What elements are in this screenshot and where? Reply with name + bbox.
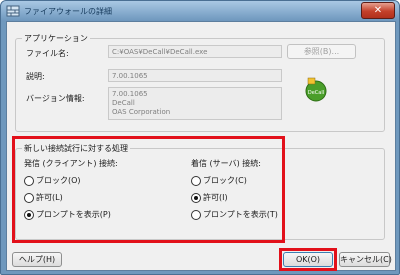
close-icon: ✕: [373, 5, 383, 16]
filename-field: C:¥OAS¥DeCall¥DeCall.exe: [108, 45, 282, 58]
version-line: OAS Corporation: [112, 108, 171, 116]
help-button[interactable]: ヘルプ(H): [12, 252, 62, 267]
svg-text:DeCall: DeCall: [308, 90, 324, 96]
title-bar[interactable]: ファイアウォールの詳細 ✕: [1, 1, 399, 21]
filename-label: ファイル名:: [26, 49, 69, 58]
browse-button[interactable]: 参照(B)...: [287, 44, 356, 59]
description-label: 説明:: [26, 72, 45, 81]
description-field: 7.00.1065: [108, 69, 282, 82]
application-group: アプリケーション ファイル名: C:¥OAS¥DeCall¥DeCall.exe…: [15, 33, 385, 132]
ok-button-highlight: [279, 248, 337, 271]
version-label: バージョン情報:: [26, 94, 85, 103]
version-line: DeCall: [112, 99, 135, 107]
dialog-body: アプリケーション ファイル名: C:¥OAS¥DeCall¥DeCall.exe…: [6, 21, 396, 271]
cancel-button[interactable]: キャンセル(C): [339, 252, 392, 267]
window-title: ファイアウォールの詳細: [24, 7, 112, 16]
version-line: 7.00.1065: [112, 90, 148, 98]
application-group-legend: アプリケーション: [22, 33, 90, 44]
firewall-icon: [6, 5, 20, 17]
dialog-window: ファイアウォールの詳細 ✕ アプリケーション ファイル名: C:¥OAS¥DeC…: [0, 0, 400, 275]
decall-app-icon: DeCall: [305, 77, 327, 102]
close-button[interactable]: ✕: [361, 2, 395, 19]
connection-group-highlight: [12, 136, 285, 243]
version-field: 7.00.1065 DeCall OAS Corporation: [108, 87, 282, 120]
